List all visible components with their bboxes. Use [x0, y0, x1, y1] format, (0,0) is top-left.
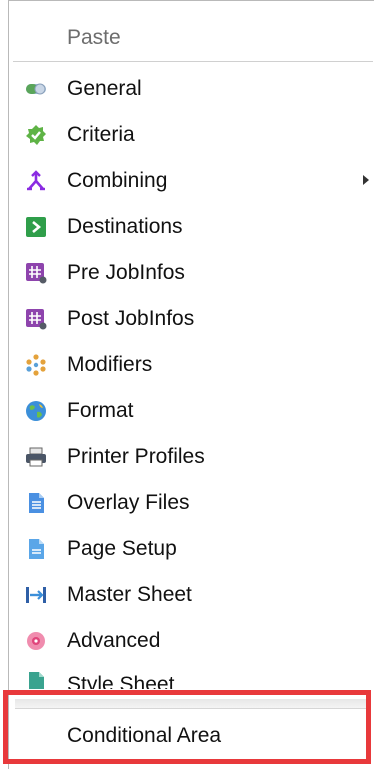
document-icon	[29, 493, 44, 513]
menu-separator	[13, 61, 373, 62]
menu-item-overlay-files[interactable]: Overlay Files	[9, 480, 374, 526]
menu-item-label: Combining	[67, 169, 168, 192]
menu-item-post-jobinfos[interactable]: Post JobInfos	[9, 296, 374, 342]
hash-gear-icon	[26, 263, 47, 284]
menu-item-format[interactable]: Format	[9, 388, 374, 434]
menu-item-advanced[interactable]: Advanced	[9, 618, 374, 664]
menu-item-label: Modifiers	[67, 353, 153, 376]
context-menu: Paste General Criteria Combining Destina…	[8, 0, 374, 769]
menu-item-label: Format	[67, 399, 134, 422]
hash-gear-icon	[26, 309, 47, 330]
menu-item-pre-jobinfos[interactable]: Pre JobInfos	[9, 250, 374, 296]
menu-item-label: Paste	[67, 26, 121, 49]
menu-item-label: General	[67, 77, 142, 100]
menu-item-page-setup[interactable]: Page Setup	[9, 526, 374, 572]
menu-item-label: Overlay Files	[67, 491, 190, 514]
menu-item-destinations[interactable]: Destinations	[9, 204, 374, 250]
merge-arrow-icon	[27, 170, 45, 191]
menu-item-label: Master Sheet	[67, 583, 192, 606]
advanced-gear-icon	[27, 632, 45, 650]
modifier-dots-icon	[26, 354, 46, 376]
submenu-arrow-icon	[363, 175, 369, 185]
menu-item-style-sheet[interactable]: Style Sheet	[9, 663, 374, 689]
globe-icon	[26, 401, 46, 421]
page-icon	[29, 539, 44, 559]
check-badge-icon	[26, 125, 46, 145]
destination-icon	[26, 217, 46, 237]
menu-item-label: Advanced	[67, 629, 161, 652]
toggle-icon	[26, 83, 46, 95]
page: Paste General Criteria Combining Destina…	[0, 0, 374, 769]
menu-item-label: Page Setup	[67, 537, 177, 560]
master-sheet-icon	[26, 587, 46, 603]
highlight-box	[3, 690, 371, 764]
menu-item-paste[interactable]: Paste	[9, 15, 374, 61]
menu-item-label: Destinations	[67, 215, 183, 238]
menu-item-label: Post JobInfos	[67, 307, 195, 330]
style-sheet-icon	[29, 672, 44, 689]
menu-item-criteria[interactable]: Criteria	[9, 112, 374, 158]
menu-item-general[interactable]: General	[9, 66, 374, 112]
menu-item-modifiers[interactable]: Modifiers	[9, 342, 374, 388]
menu-item-printer-profiles[interactable]: Printer Profiles	[9, 434, 374, 480]
printer-icon	[26, 447, 46, 467]
menu-item-label: Style Sheet	[67, 673, 175, 689]
menu-item-label: Pre JobInfos	[67, 261, 185, 284]
menu-item-master-sheet[interactable]: Master Sheet	[9, 572, 374, 618]
menu-item-label: Printer Profiles	[67, 445, 205, 468]
menu-item-label: Criteria	[67, 123, 135, 146]
menu-item-combining[interactable]: Combining	[9, 158, 374, 204]
